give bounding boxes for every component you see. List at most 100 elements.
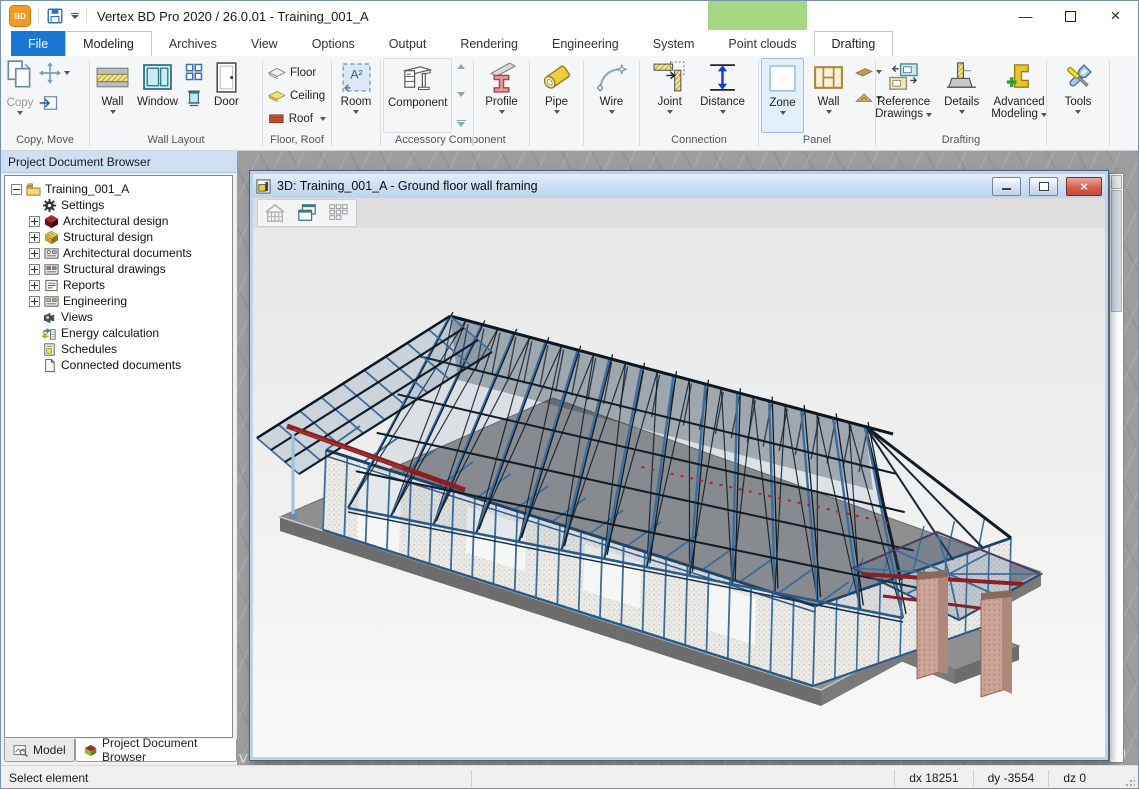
component-button[interactable]: Component — [383, 58, 452, 133]
resize-grip[interactable] — [1125, 777, 1135, 787]
background-scrollbar[interactable] — [1109, 173, 1124, 763]
gallery-more-icon[interactable] — [457, 120, 466, 128]
scroll-up-icon[interactable] — [457, 64, 465, 69]
window-opening-icon[interactable] — [184, 88, 204, 108]
move-button[interactable] — [39, 62, 70, 84]
new-window-button[interactable] — [292, 201, 322, 225]
tab-project-document-browser[interactable]: Project Document Browser — [75, 739, 237, 762]
distance-button[interactable]: Distance — [696, 58, 749, 133]
maximize-button[interactable] — [1048, 1, 1093, 31]
tree-item-architectural-documents[interactable]: Architectural documents — [5, 245, 232, 261]
tree-item-connected-documents[interactable]: Connected documents — [5, 357, 232, 373]
group-panel: Zone Wall — [759, 56, 875, 150]
qat-customize-icon[interactable] — [71, 13, 79, 20]
tree-item-structural-design[interactable]: Structural design — [5, 229, 232, 245]
tab-engineering[interactable]: Engineering — [535, 31, 636, 56]
tab-point-clouds[interactable]: Point clouds — [711, 31, 813, 56]
minimize-button[interactable]: — — [1003, 1, 1048, 31]
expand-icon[interactable] — [29, 264, 40, 275]
tab-archives[interactable]: Archives — [152, 31, 234, 56]
room-button[interactable]: A² Room — [336, 58, 377, 133]
scrollbar-button[interactable] — [1111, 175, 1122, 189]
tree-item-settings[interactable]: Settings — [5, 197, 232, 213]
grid-icon — [328, 203, 350, 223]
dropdown-arrow-icon — [959, 110, 965, 114]
dropdown-arrow-icon — [64, 71, 70, 75]
dropdown-arrow-icon — [320, 117, 326, 121]
expand-icon[interactable] — [29, 248, 40, 259]
advanced-modeling-icon — [1003, 61, 1036, 94]
panel-header: Project Document Browser — [1, 151, 237, 173]
tab-model[interactable]: Model — [4, 739, 75, 762]
viewport-minimize-button[interactable] — [992, 177, 1021, 196]
move-to-drawing-icon[interactable] — [39, 94, 59, 112]
door-button[interactable]: Door — [206, 58, 247, 133]
group-wire: Wire — [584, 56, 639, 150]
viewport-restore-button[interactable] — [1029, 177, 1058, 196]
details-button[interactable]: Details — [940, 58, 983, 133]
tree-item-root[interactable]: Training_001_A — [5, 181, 232, 197]
tree-item-reports[interactable]: Reports — [5, 277, 232, 293]
profile-button[interactable]: Profile — [481, 58, 522, 133]
tree-item-structural-drawings[interactable]: Structural drawings — [5, 261, 232, 277]
tab-options[interactable]: Options — [295, 31, 372, 56]
tab-view[interactable]: View — [234, 31, 295, 56]
pipe-button[interactable]: Pipe — [536, 58, 577, 133]
profile-icon — [485, 61, 518, 94]
model-tab-icon — [13, 744, 28, 757]
storey-view-button[interactable] — [260, 201, 290, 225]
tab-modeling[interactable]: Modeling — [65, 31, 152, 56]
window-grid-icon[interactable] — [184, 62, 204, 82]
tools-button[interactable]: Tools — [1058, 58, 1099, 133]
tree-item-engineering[interactable]: Engineering — [5, 293, 232, 309]
tab-rendering[interactable]: Rendering — [443, 31, 535, 56]
tree-item-schedules[interactable]: Schedules — [5, 341, 232, 357]
window-button[interactable]: Window — [133, 58, 182, 133]
group-component: Component Accessory Component — [381, 56, 473, 150]
tab-file[interactable]: File — [11, 31, 65, 56]
tab-system[interactable]: System — [636, 31, 712, 56]
svg-text:A²: A² — [350, 68, 362, 82]
expand-icon[interactable] — [29, 296, 40, 307]
roof-button[interactable]: Roof — [265, 108, 329, 130]
windows-icon — [296, 203, 318, 223]
3d-building-model[interactable] — [257, 312, 1041, 706]
group-label: Copy, Move — [1, 133, 89, 150]
dropdown-arrow-icon — [17, 111, 23, 115]
camera-icon — [42, 310, 57, 325]
tab-output[interactable]: Output — [372, 31, 444, 56]
collapse-icon[interactable] — [11, 184, 22, 195]
tree-item-views[interactable]: Views — [5, 309, 232, 325]
component-icon — [401, 62, 434, 95]
reference-drawings-button[interactable]: Reference Drawings — [871, 58, 936, 133]
tile-windows-button[interactable] — [324, 201, 354, 225]
wire-button[interactable]: Wire — [591, 58, 632, 133]
expand-icon[interactable] — [29, 280, 40, 291]
viewport-title-bar[interactable]: 3D: Training_001_A - Ground floor wall f… — [253, 174, 1105, 198]
component-scroll[interactable] — [452, 58, 470, 133]
joint-button[interactable]: Joint — [649, 58, 690, 133]
save-icon[interactable] — [46, 7, 64, 25]
copy-split-button[interactable]: Copy — [7, 95, 34, 109]
advanced-modeling-button[interactable]: Advanced Modeling — [987, 58, 1051, 133]
viewport-canvas[interactable] — [253, 228, 1105, 757]
app-logo-icon[interactable]: BD — [9, 5, 31, 27]
tab-drafting[interactable]: Drafting — [814, 31, 894, 56]
ceiling-button[interactable]: Ceiling — [265, 85, 329, 107]
floor-button[interactable]: Floor — [265, 62, 329, 84]
drafting-highlight-flag — [708, 1, 807, 30]
tree-item-energy-calculation[interactable]: Energy calculation — [5, 325, 232, 341]
tree-item-architectural-design[interactable]: Architectural design — [5, 213, 232, 229]
dropdown-arrow-icon — [826, 110, 832, 114]
zone-button[interactable]: Zone — [761, 58, 804, 133]
viewport-toolbar — [253, 198, 1105, 229]
scroll-down-icon[interactable] — [457, 92, 465, 97]
wall-button[interactable]: Wall — [92, 58, 133, 133]
scrollbar-thumb[interactable] — [1111, 190, 1122, 312]
close-button[interactable]: × — [1093, 1, 1138, 31]
expand-icon[interactable] — [29, 216, 40, 227]
expand-icon[interactable] — [29, 232, 40, 243]
panel-wall-button[interactable]: Wall — [808, 58, 849, 133]
viewport-close-button[interactable]: × — [1066, 177, 1102, 196]
copy-icon[interactable] — [3, 58, 37, 92]
